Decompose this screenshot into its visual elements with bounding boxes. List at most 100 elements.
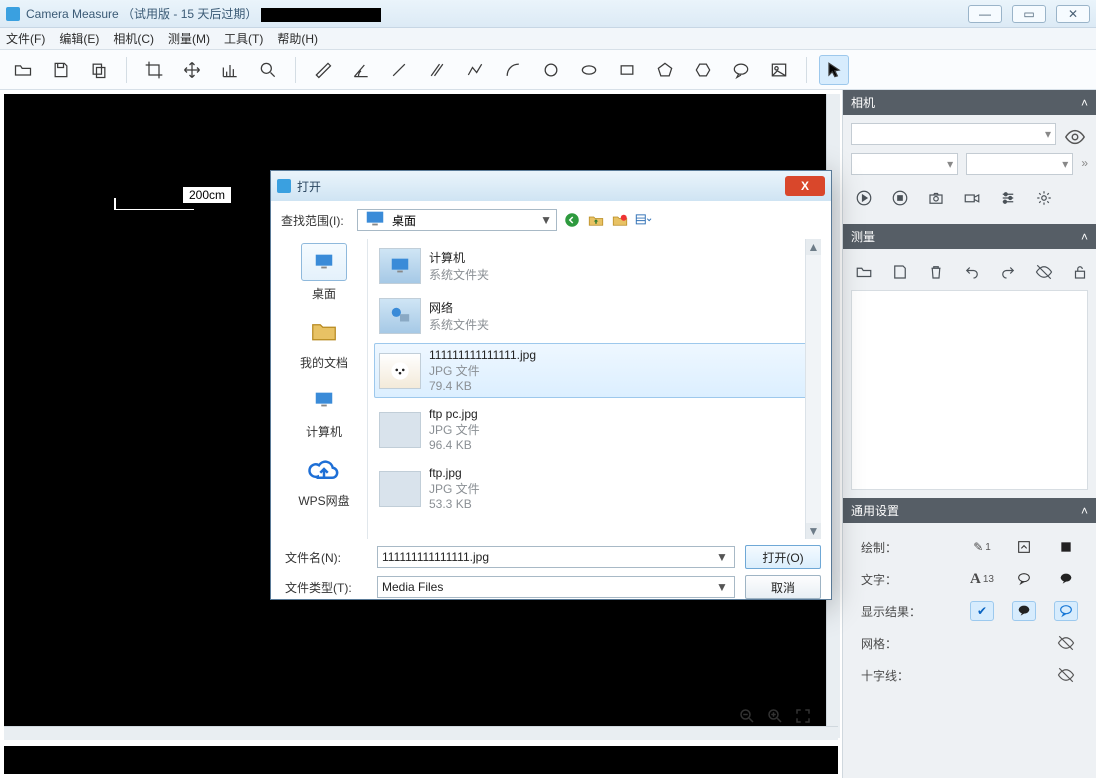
- polyline-icon[interactable]: [460, 55, 490, 85]
- play-icon[interactable]: [855, 189, 873, 210]
- polygon-icon[interactable]: [688, 55, 718, 85]
- general-panel-header[interactable]: 通用设置˄: [843, 498, 1096, 523]
- visibility-icon[interactable]: [1062, 126, 1088, 151]
- image-icon[interactable]: [764, 55, 794, 85]
- redo-icon[interactable]: [999, 263, 1017, 284]
- trash-icon[interactable]: [927, 263, 945, 284]
- view-menu-icon[interactable]: [635, 211, 653, 229]
- record-icon[interactable]: [963, 189, 981, 210]
- dialog-scrollbar[interactable]: ▲▼: [805, 239, 821, 539]
- place-desktop[interactable]: 桌面: [301, 243, 347, 302]
- camera-panel-header[interactable]: 相机˄: [843, 90, 1096, 115]
- fill-icon[interactable]: [1054, 537, 1078, 557]
- open-button[interactable]: 打开(O): [745, 545, 821, 569]
- expand-icon[interactable]: »: [1081, 153, 1088, 183]
- list-item[interactable]: ftp.jpgJPG 文件53.3 KB: [374, 461, 815, 516]
- undo-icon[interactable]: [963, 263, 981, 284]
- ruler-icon[interactable]: [308, 55, 338, 85]
- bubble-blue-icon[interactable]: [1054, 601, 1078, 621]
- pentagon-icon[interactable]: [650, 55, 680, 85]
- menu-help[interactable]: 帮助(H): [277, 30, 318, 47]
- file-list[interactable]: 计算机系统文件夹 网络系统文件夹 111111111111111.jpgJPG …: [367, 239, 821, 539]
- menu-measure[interactable]: 测量(M): [168, 30, 210, 47]
- app-icon: [6, 7, 20, 21]
- pen-icon[interactable]: ✎1: [970, 537, 994, 557]
- maximize-button[interactable]: ▭: [1012, 5, 1046, 23]
- bubble-outline-icon[interactable]: [1012, 601, 1036, 621]
- window-title: Camera Measure （试用版 - 15 天后过期）: [26, 5, 968, 22]
- folder-icon[interactable]: [855, 263, 873, 284]
- lock-icon[interactable]: [1071, 263, 1089, 284]
- measure-panel-header[interactable]: 测量˄: [843, 224, 1096, 249]
- minimize-button[interactable]: —: [968, 5, 1002, 23]
- measure-label: 200cm: [182, 186, 232, 204]
- list-item[interactable]: 网络系统文件夹: [374, 293, 815, 339]
- bubble-outline-icon[interactable]: [1012, 569, 1036, 589]
- settings-icon[interactable]: [1035, 189, 1053, 210]
- menu-tools[interactable]: 工具(T): [224, 30, 263, 47]
- crop-icon[interactable]: [139, 55, 169, 85]
- font-icon[interactable]: A13: [970, 569, 994, 589]
- desktop-icon: [362, 208, 388, 233]
- list-item[interactable]: 计算机系统文件夹: [374, 243, 815, 289]
- ellipse-icon[interactable]: [574, 55, 604, 85]
- label-show: 显示结果：: [861, 603, 929, 620]
- filename-label: 文件名(N):: [281, 549, 367, 566]
- open-icon[interactable]: [8, 55, 38, 85]
- pointer-icon[interactable]: [819, 55, 849, 85]
- copy-icon[interactable]: [84, 55, 114, 85]
- zoom-in-icon[interactable]: [766, 707, 784, 728]
- new-folder-icon[interactable]: [611, 211, 629, 229]
- eye-off-icon[interactable]: [1054, 665, 1078, 685]
- back-icon[interactable]: [563, 211, 581, 229]
- bubble-fill-icon[interactable]: [1054, 569, 1078, 589]
- up-folder-icon[interactable]: [587, 211, 605, 229]
- filetype-select[interactable]: Media Files▼: [377, 576, 735, 598]
- label-grid: 网格：: [861, 635, 929, 652]
- zoom-out-icon[interactable]: [738, 707, 756, 728]
- parallel-icon[interactable]: [422, 55, 452, 85]
- annotate-icon[interactable]: [726, 55, 756, 85]
- eye-off-icon[interactable]: [1054, 633, 1078, 653]
- edit-box-icon[interactable]: [1012, 537, 1036, 557]
- move-icon[interactable]: [177, 55, 207, 85]
- horizontal-scrollbar[interactable]: [4, 726, 838, 740]
- camera-select[interactable]: ▾: [851, 123, 1056, 145]
- lookin-select[interactable]: 桌面 ▼: [357, 209, 557, 231]
- places-bar: 桌面 我的文档 计算机 WPS网盘: [281, 239, 367, 539]
- list-item-selected[interactable]: 111111111111111.jpgJPG 文件79.4 KB: [374, 343, 815, 398]
- hide-icon[interactable]: [1035, 263, 1053, 284]
- arc-icon[interactable]: [498, 55, 528, 85]
- chevron-up-icon: ˄: [1081, 230, 1088, 244]
- line-icon[interactable]: [384, 55, 414, 85]
- place-mydocs[interactable]: 我的文档: [300, 312, 348, 371]
- place-wps[interactable]: WPS网盘: [298, 450, 349, 509]
- rect-icon[interactable]: [612, 55, 642, 85]
- sliders-icon[interactable]: [999, 189, 1017, 210]
- save-icon[interactable]: [46, 55, 76, 85]
- histogram-icon[interactable]: [215, 55, 245, 85]
- cancel-button[interactable]: 取消: [745, 575, 821, 599]
- close-button[interactable]: ✕: [1056, 5, 1090, 23]
- filetype-label: 文件类型(T):: [281, 579, 367, 596]
- list-item[interactable]: ftp pc.jpgJPG 文件96.4 KB: [374, 402, 815, 457]
- circle-icon[interactable]: [536, 55, 566, 85]
- measure-list[interactable]: [851, 290, 1088, 490]
- dialog-close-button[interactable]: X: [785, 176, 825, 196]
- image-thumb: [379, 471, 421, 507]
- menu-file[interactable]: 文件(F): [6, 30, 45, 47]
- res-select-2[interactable]: ▾: [966, 153, 1073, 175]
- filename-input[interactable]: 111111111111111.jpg▼: [377, 546, 735, 568]
- stop-icon[interactable]: [891, 189, 909, 210]
- zoom-icon[interactable]: [253, 55, 283, 85]
- fullscreen-icon[interactable]: [794, 707, 812, 728]
- angle-icon[interactable]: [346, 55, 376, 85]
- dialog-title: 打开: [297, 178, 321, 195]
- place-computer[interactable]: 计算机: [301, 381, 347, 440]
- menu-edit[interactable]: 编辑(E): [59, 30, 99, 47]
- checkbox-on-icon[interactable]: ✔: [970, 601, 994, 621]
- menu-camera[interactable]: 相机(C): [113, 30, 154, 47]
- res-select-1[interactable]: ▾: [851, 153, 958, 175]
- save-icon[interactable]: [891, 263, 909, 284]
- snapshot-icon[interactable]: [927, 189, 945, 210]
